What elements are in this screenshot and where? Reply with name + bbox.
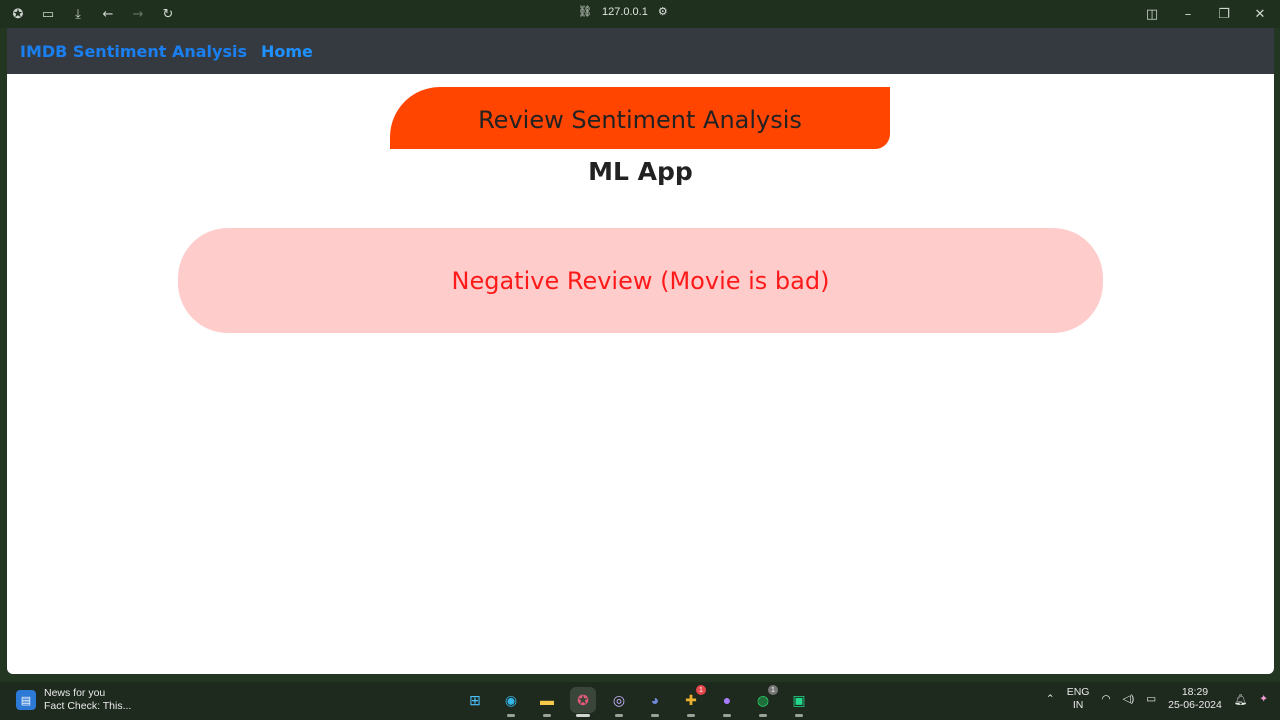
page-subtitle: ML App <box>588 157 693 186</box>
sidebar-toggle-icon[interactable]: ▭ <box>38 4 58 24</box>
clock-time: 18:29 <box>1181 686 1209 698</box>
browser-titlebar: ✪ ▭ ⤓ ← → ↻ ⛓ 127.0.0.1 ⚙ ◫ – ❐ ✕ <box>0 0 1280 28</box>
navbar-home-link[interactable]: Home <box>261 42 313 61</box>
copilot-icon[interactable]: ✦ <box>1259 693 1268 705</box>
minimize-icon[interactable]: – <box>1178 4 1198 24</box>
system-tray: ⌃ ENG IN ◠ ◁) ▭ 18:29 25-06-2024 🔔︎ ✦ <box>1046 686 1268 712</box>
link-icon: ⛓ <box>578 6 592 18</box>
windows-start-icon[interactable]: ⊞ <box>462 687 488 713</box>
slack-icon[interactable]: ✚ 1 <box>678 685 706 717</box>
address-text[interactable]: 127.0.0.1 <box>602 6 648 18</box>
sentiment-result-text: Negative Review (Movie is bad) <box>451 266 830 295</box>
volume-icon[interactable]: ◁) <box>1123 693 1135 705</box>
back-icon[interactable]: ← <box>98 4 118 24</box>
region-code: IN <box>1072 699 1084 711</box>
sentiment-result-box: Negative Review (Movie is bad) <box>178 228 1103 333</box>
pycharm-icon[interactable]: ▣ <box>786 687 812 717</box>
discord-icon[interactable]: ◕ <box>642 687 668 717</box>
os-taskbar: ▤ News for you Fact Check: This... ⊞ ◉ ▬… <box>0 682 1280 720</box>
news-subtitle: Fact Check: This... <box>44 700 132 712</box>
whatsapp-icon[interactable]: ◍ 1 <box>750 685 778 717</box>
notification-bell-icon[interactable]: 🔔︎ <box>1234 693 1247 706</box>
tray-expand-icon[interactable]: ⌃ <box>1046 693 1055 705</box>
navbar-brand-link[interactable]: IMDB Sentiment Analysis <box>20 42 247 61</box>
window-controls: ◫ – ❐ ✕ <box>1142 4 1270 24</box>
forward-icon[interactable]: → <box>128 4 148 24</box>
bittorrent-icon[interactable]: ◎ <box>606 687 632 717</box>
language-code: ENG <box>1066 686 1090 698</box>
top-navbar: IMDB Sentiment Analysis Home <box>7 28 1274 74</box>
address-bar[interactable]: ⛓ 127.0.0.1 ⚙ <box>578 5 668 19</box>
news-title: News for you <box>44 687 106 699</box>
close-icon[interactable]: ✕ <box>1250 4 1270 24</box>
taskbar-apps: ⊞ ◉ ▬ ✪ ◎ ◕ ✚ 1 ● ◍ 1 ▣ <box>462 685 812 717</box>
news-widget[interactable]: ▤ News for you Fact Check: This... <box>16 687 131 713</box>
reload-icon[interactable]: ↻ <box>158 4 178 24</box>
clock[interactable]: 18:29 25-06-2024 <box>1168 686 1222 712</box>
page-title-banner: Review Sentiment Analysis <box>390 87 890 149</box>
news-icon: ▤ <box>16 690 36 710</box>
github-icon[interactable]: ● <box>714 687 740 717</box>
battery-icon[interactable]: ▭ <box>1146 693 1156 705</box>
split-view-icon[interactable]: ◫ <box>1142 4 1162 24</box>
browser-logo-icon[interactable]: ✪ <box>8 4 28 24</box>
page-title: Review Sentiment Analysis <box>478 106 802 134</box>
download-icon[interactable]: ⤓ <box>68 4 88 24</box>
file-explorer-icon[interactable]: ▬ <box>534 687 560 717</box>
wifi-icon[interactable]: ◠ <box>1101 693 1110 705</box>
clock-date: 25-06-2024 <box>1168 699 1222 711</box>
browser-nav-controls: ✪ ▭ ⤓ ← → ↻ <box>8 4 178 24</box>
site-settings-icon[interactable]: ⚙ <box>658 5 668 18</box>
maximize-icon[interactable]: ❐ <box>1214 4 1234 24</box>
language-indicator[interactable]: ENG IN <box>1067 686 1090 712</box>
browser-viewport: IMDB Sentiment Analysis Home Review Sent… <box>7 28 1274 674</box>
edge-icon[interactable]: ◉ <box>498 687 524 717</box>
browser-icon[interactable]: ✪ <box>570 687 596 717</box>
